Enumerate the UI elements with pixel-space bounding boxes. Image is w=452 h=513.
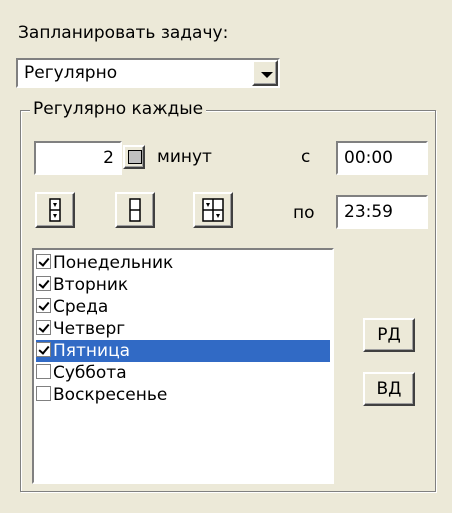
split-grid-icon <box>202 198 224 222</box>
day-item[interactable]: Вторник <box>36 274 330 296</box>
day-item[interactable]: Среда <box>36 296 330 318</box>
schedule-label: Запланировать задачу: <box>18 23 229 43</box>
interval-input[interactable]: 2 <box>34 141 122 175</box>
split-icon <box>129 198 141 222</box>
day-label: Вторник <box>53 275 129 295</box>
dropdown-arrow-button[interactable] <box>252 60 278 86</box>
day-checkbox[interactable] <box>36 253 51 269</box>
workdays-button[interactable]: РД <box>363 318 415 352</box>
calculator-icon <box>128 150 142 164</box>
split-down-icon <box>49 198 61 222</box>
day-checkbox[interactable] <box>36 297 51 313</box>
schedule-dropdown-value: Регулярно <box>24 63 118 83</box>
day-label: Суббота <box>53 363 127 383</box>
day-label: Воскресенье <box>53 385 168 405</box>
from-time-input[interactable]: 00:00 <box>336 141 428 175</box>
from-time-value: 00:00 <box>344 148 393 168</box>
day-label: Пятница <box>53 341 131 361</box>
day-item[interactable]: Воскресенье <box>36 384 330 406</box>
day-label: Понедельник <box>53 253 174 273</box>
to-time-value: 23:59 <box>344 202 393 222</box>
split-button[interactable] <box>115 192 155 228</box>
split-grid-button[interactable] <box>193 192 233 228</box>
chevron-down-icon <box>261 72 273 78</box>
day-label: Среда <box>53 297 109 317</box>
day-item[interactable]: Четверг <box>36 318 330 340</box>
interval-value: 2 <box>103 148 114 168</box>
day-label: Четверг <box>53 319 126 339</box>
split-down-button[interactable] <box>35 192 75 228</box>
day-checkbox[interactable] <box>36 275 51 291</box>
minutes-label: минут <box>157 147 212 167</box>
days-checklist[interactable]: Понедельник Вторник Среда Четверг Пятница Суб… <box>32 248 334 484</box>
regular-group-legend: Регулярно каждые <box>30 99 207 119</box>
to-label: по <box>293 203 315 223</box>
schedule-dropdown[interactable]: Регулярно <box>16 58 280 88</box>
from-label: с <box>301 147 311 167</box>
weekend-button[interactable]: ВД <box>363 372 415 406</box>
day-checkbox[interactable] <box>36 319 51 335</box>
day-checkbox[interactable] <box>36 363 51 379</box>
calculator-button[interactable] <box>123 145 145 169</box>
day-item[interactable]: Суббота <box>36 362 330 384</box>
day-checkbox[interactable] <box>36 341 51 357</box>
day-checkbox[interactable] <box>36 385 51 401</box>
day-item[interactable]: Понедельник <box>36 252 330 274</box>
day-item[interactable]: Пятница <box>36 340 330 362</box>
to-time-input[interactable]: 23:59 <box>336 195 428 229</box>
